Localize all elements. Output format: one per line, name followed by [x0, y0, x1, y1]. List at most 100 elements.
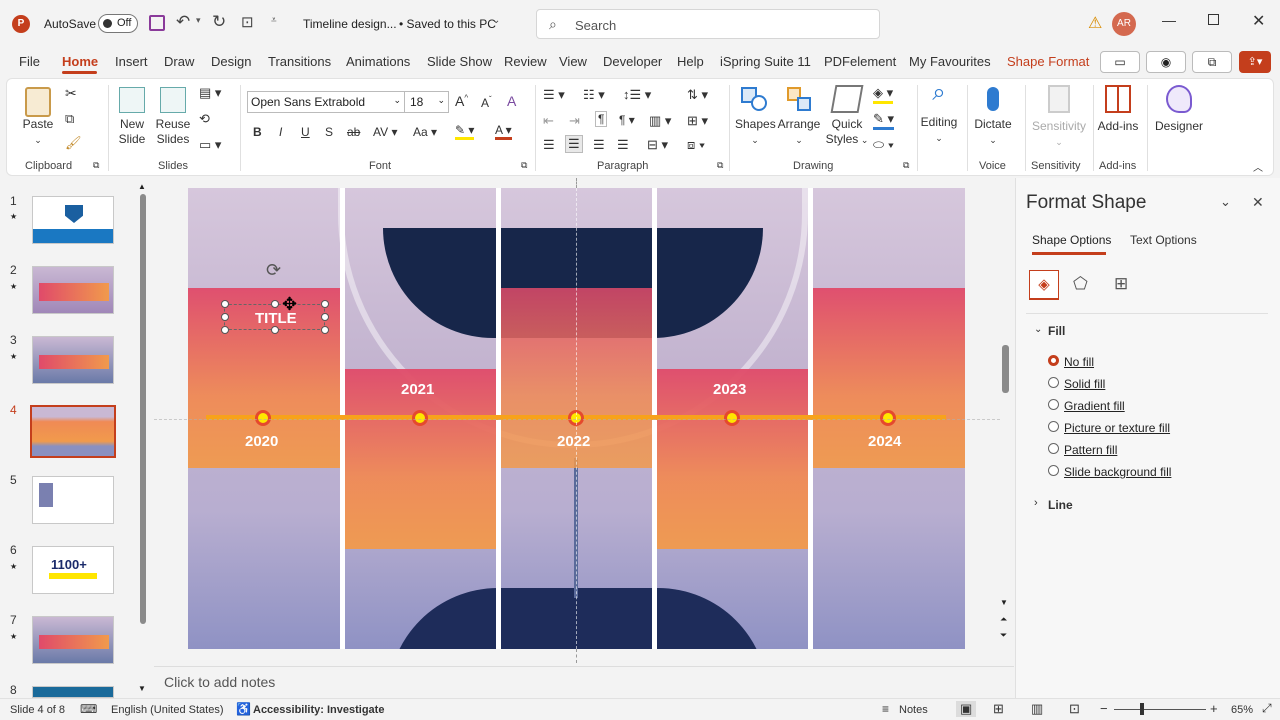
slide-thumbnail-5[interactable]: [32, 476, 114, 524]
solid-fill-label[interactable]: Solid fill: [1064, 377, 1105, 391]
justify-icon[interactable]: ☰: [617, 137, 629, 153]
cut-icon[interactable]: ✂: [65, 85, 77, 102]
document-title[interactable]: Timeline design...: [303, 17, 397, 31]
reuse-slides-button[interactable]: Reuse Slides: [155, 87, 191, 147]
font-color-icon[interactable]: A ▾: [495, 123, 512, 140]
year-label-2023[interactable]: 2023: [713, 381, 746, 398]
no-fill-label[interactable]: No fill: [1064, 355, 1094, 369]
warning-icon[interactable]: ⚠: [1088, 13, 1102, 33]
resize-handle[interactable]: [321, 300, 329, 308]
reset-icon[interactable]: ⟲: [199, 111, 210, 127]
slide-background-fill-label[interactable]: Slide background fill: [1064, 465, 1171, 479]
save-status[interactable]: • Saved to this PC: [399, 17, 496, 31]
save-icon[interactable]: [149, 15, 165, 31]
tab-insert[interactable]: Insert: [115, 54, 148, 69]
arrange-button[interactable]: Arrange ⌄: [777, 85, 821, 148]
quick-styles-button[interactable]: Quick Styles ⌄: [825, 85, 869, 148]
search-box[interactable]: ⌕ Search: [536, 9, 880, 39]
slide-sorter-icon[interactable]: ⊞: [993, 701, 1004, 717]
line-expand-icon[interactable]: ›: [1034, 497, 1038, 509]
shape-fill-icon[interactable]: ◈ ▾: [873, 85, 894, 104]
reading-view-icon[interactable]: ▥: [1031, 701, 1043, 717]
tab-home[interactable]: Home: [62, 54, 98, 69]
pane-options-icon[interactable]: ⌄: [1220, 194, 1231, 210]
rotate-handle-icon[interactable]: ⟳: [266, 260, 281, 281]
autosave-toggle[interactable]: Off: [98, 14, 138, 33]
ltr-icon[interactable]: ¶ ▾: [619, 113, 635, 127]
effects-tab-icon[interactable]: ⬠: [1073, 274, 1088, 294]
fit-to-window-icon[interactable]: ⤢: [1262, 701, 1272, 716]
spelling-icon[interactable]: ⌨: [80, 702, 97, 716]
tab-slide-show[interactable]: Slide Show: [427, 54, 492, 69]
font-launcher-icon[interactable]: ⧉: [521, 160, 527, 171]
restore-icon[interactable]: [1208, 14, 1219, 25]
tab-help[interactable]: Help: [677, 54, 704, 69]
notes-icon[interactable]: ≡: [882, 702, 889, 716]
line-section-header[interactable]: Line: [1048, 498, 1073, 512]
zoom-slider-thumb[interactable]: [1140, 703, 1144, 715]
tab-pdfelement[interactable]: PDFelement: [824, 54, 896, 69]
align-right-icon[interactable]: ☰: [593, 137, 605, 153]
zoom-level[interactable]: 65%: [1231, 704, 1253, 716]
tab-ispring[interactable]: iSpring Suite 11: [720, 54, 811, 69]
timeline-dot-2024[interactable]: [880, 410, 896, 426]
shapes-button[interactable]: Shapes ⌄: [735, 85, 776, 148]
normal-view-icon[interactable]: ▣: [956, 701, 977, 717]
align-text-icon[interactable]: ⊟ ▾: [647, 137, 668, 153]
gradient-fill-radio[interactable]: [1048, 399, 1059, 410]
decrease-font-icon[interactable]: Aˇ: [481, 95, 492, 110]
change-case-icon[interactable]: Aa ▾: [413, 125, 437, 139]
resize-handle[interactable]: [221, 326, 229, 334]
year-label-2021[interactable]: 2021: [401, 381, 434, 398]
copy-icon[interactable]: ⧉: [65, 111, 74, 127]
drawing-launcher-icon[interactable]: ⧉: [903, 160, 909, 171]
new-slide-button[interactable]: New Slide: [115, 87, 149, 147]
tab-file[interactable]: File: [19, 54, 40, 69]
align-center-icon[interactable]: ☰: [565, 135, 583, 153]
tab-design[interactable]: Design: [211, 54, 251, 69]
tab-shape-format[interactable]: Shape Format: [1007, 54, 1089, 69]
zoom-out-icon[interactable]: −: [1100, 701, 1108, 716]
scroll-down-icon[interactable]: ▼: [138, 684, 146, 693]
resize-handle[interactable]: [271, 326, 279, 334]
highlight-icon[interactable]: ✎ ▾: [455, 123, 475, 140]
teams-button[interactable]: ⧉: [1192, 51, 1232, 73]
close-icon[interactable]: ✕: [1252, 11, 1265, 31]
resize-handle[interactable]: [321, 326, 329, 334]
tab-shape-options[interactable]: Shape Options: [1032, 233, 1111, 247]
undo-icon[interactable]: ↶: [176, 12, 190, 32]
strikethrough-icon[interactable]: ab: [347, 125, 360, 139]
redo-icon[interactable]: ↻: [212, 12, 226, 32]
clipboard-launcher-icon[interactable]: ⧉: [93, 160, 99, 171]
gradient-fill-label[interactable]: Gradient fill: [1064, 399, 1125, 413]
pattern-fill-label[interactable]: Pattern fill: [1064, 443, 1117, 457]
resize-handle[interactable]: [221, 313, 229, 321]
minimize-icon[interactable]: —: [1162, 12, 1176, 28]
add-ins-button[interactable]: Add-ins: [1095, 85, 1141, 134]
zoom-in-icon[interactable]: +: [1210, 701, 1218, 716]
tab-view[interactable]: View: [559, 54, 587, 69]
year-label-2022[interactable]: 2022: [557, 433, 590, 450]
prev-slide-icon[interactable]: ⏶: [1000, 614, 1007, 625]
bullets-icon[interactable]: ☰ ▾: [543, 87, 565, 103]
customize-toolbar-icon[interactable]: ⩡: [271, 15, 277, 26]
undo-dropdown-icon[interactable]: ▾: [196, 15, 201, 26]
font-size-dropdown[interactable]: 18 ⌄: [404, 91, 449, 113]
thumbnail-scrollbar[interactable]: ▲ ▼: [138, 182, 148, 694]
dictate-button[interactable]: Dictate ⌄: [971, 85, 1015, 148]
slideshow-icon[interactable]: ⊡: [1069, 701, 1080, 717]
tab-transitions[interactable]: Transitions: [268, 54, 331, 69]
pane-close-icon[interactable]: ✕: [1252, 194, 1264, 211]
slide-thumbnail-4[interactable]: [30, 405, 116, 458]
shape-outline-icon[interactable]: ✎ ▾: [873, 111, 895, 130]
paragraph-launcher-icon[interactable]: ⧉: [717, 160, 723, 171]
resize-handle[interactable]: [321, 313, 329, 321]
scroll-thumb[interactable]: [140, 194, 146, 624]
editing-button[interactable]: ⌕ Editing ⌄: [919, 81, 959, 146]
zoom-slider[interactable]: [1114, 703, 1206, 715]
tab-text-options[interactable]: Text Options: [1130, 233, 1197, 247]
size-properties-tab-icon[interactable]: ⊞: [1114, 274, 1128, 294]
timeline-dot-2020[interactable]: [255, 410, 271, 426]
columns-icon[interactable]: ▥ ▾: [649, 113, 671, 129]
paste-button[interactable]: Paste ⌄: [21, 87, 55, 148]
